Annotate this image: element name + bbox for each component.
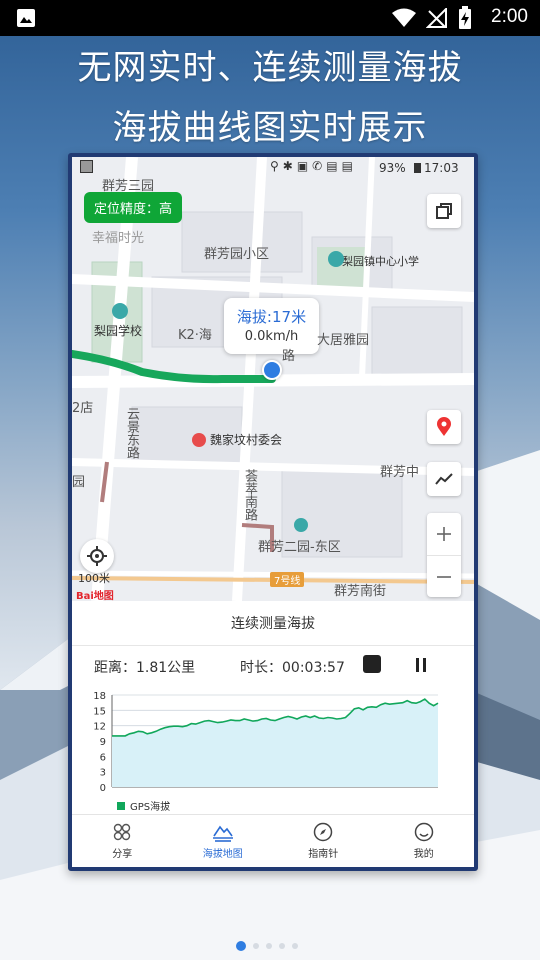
wifi-icon: [392, 8, 416, 27]
pause-button[interactable]: [414, 656, 430, 674]
map-label: 2店: [72, 401, 94, 416]
duration-text: 时长：00:03:57: [240, 660, 345, 676]
series-area: [112, 699, 438, 787]
village-pin-icon: [192, 433, 206, 447]
page-dot[interactable]: [292, 943, 298, 949]
y-tick-label: 15: [93, 706, 106, 717]
map-label: K2·海: [178, 328, 212, 343]
minus-icon: [437, 576, 451, 578]
map-view[interactable]: 93% 17:03 ⚲✱▣✆▤▤ 定位精度：高 海拔:17米 0.0km/h 群…: [72, 157, 474, 601]
panel-title: 连续测量海拔: [72, 601, 474, 646]
map-label: 园: [72, 475, 86, 490]
tab-profile[interactable]: 我的: [374, 815, 475, 867]
crosshair-icon: [87, 546, 107, 566]
y-tick-label: 18: [93, 691, 106, 702]
phone-battery-text: 93%: [379, 161, 406, 175]
y-tick-label: 0: [100, 783, 106, 794]
metro-line-label: 7号线: [270, 572, 305, 587]
no-signal-icon: [426, 8, 447, 28]
accuracy-badge: 定位精度：高: [84, 192, 183, 223]
tab-altitude-map[interactable]: 海拔地图: [173, 815, 274, 867]
residence-pin-icon: [294, 518, 308, 532]
location-dot: [262, 360, 282, 380]
tab-label: 我的: [413, 849, 434, 860]
legend-swatch: [117, 802, 125, 810]
phone-gallery-icon: [80, 160, 93, 173]
layers-icon: [436, 203, 452, 219]
locate-me-button[interactable]: [80, 539, 114, 573]
map-label: 大居雅园: [317, 333, 370, 348]
tab-bar: 分享 海拔地图 指南针 我的: [72, 814, 474, 867]
page-dot[interactable]: [253, 943, 259, 949]
battery-charging-icon: [459, 6, 471, 29]
map-label: 群芳中: [380, 465, 420, 480]
tab-share[interactable]: 分享: [72, 815, 173, 867]
distance-text: 距离：1.81公里: [94, 660, 196, 676]
school-pin-icon: [112, 303, 128, 319]
map-label: 梨园镇中心小学: [342, 255, 419, 268]
map-label: 幸福时光: [92, 231, 145, 246]
speed-value: 0.0km/h: [244, 329, 299, 344]
phone-status-icons: ⚲✱▣✆▤▤: [270, 159, 357, 173]
profile-icon: [414, 822, 433, 842]
status-bar: 2:00: [0, 0, 540, 36]
legend-label: GPS海拔: [130, 800, 170, 813]
map-label: 群芳南街: [334, 584, 387, 599]
page-dot-active[interactable]: [236, 941, 246, 951]
trend-button[interactable]: [427, 462, 461, 496]
altitude-bubble: 海拔:17米 0.0km/h: [224, 298, 319, 354]
layers-button[interactable]: [427, 194, 461, 228]
zoom-control: [427, 513, 461, 597]
headline-line-2: 海拔曲线图实时展示: [112, 108, 428, 148]
y-tick-label: 9: [100, 737, 106, 748]
stop-button[interactable]: [363, 655, 381, 673]
stats-row: 距离：1.81公里 时长：00:03:57: [72, 647, 474, 685]
pause-icon: [416, 658, 426, 672]
page-dot[interactable]: [266, 943, 272, 949]
status-time: 2:00: [491, 6, 528, 27]
school-pin-icon: [328, 251, 344, 267]
location-pin-icon: [437, 417, 451, 436]
baidu-logo: Bai地图: [76, 591, 114, 601]
map-label: 魏家坟村委会: [210, 433, 283, 447]
headline-line-1: 无网实时、连续测量海拔: [77, 48, 463, 88]
share-grid-icon: [114, 823, 131, 841]
map-label: 路: [282, 349, 296, 364]
phone-time-text: 17:03: [424, 161, 459, 175]
phone-mockup: 93% 17:03 ⚲✱▣✆▤▤ 定位精度：高 海拔:17米 0.0km/h 群…: [68, 153, 478, 871]
location-pin-button[interactable]: [427, 410, 461, 444]
tab-label: 海拔地图: [202, 849, 243, 860]
page-dot[interactable]: [279, 943, 285, 949]
tab-label: 指南针: [308, 849, 339, 860]
map-label: 梨园学校: [94, 324, 143, 338]
map-label: 荟萃南路: [242, 469, 257, 521]
altitude-map-icon: [212, 825, 233, 842]
page-indicator: [236, 941, 298, 951]
plus-icon: [437, 527, 451, 541]
map-label: 群芳二园-东区: [258, 540, 341, 555]
phone-battery-icon: [414, 163, 421, 173]
tab-compass[interactable]: 指南针: [273, 815, 374, 867]
altitude-chart: 0 3 6 9 12 15 18 GPS海拔: [93, 691, 439, 813]
compass-icon: [314, 822, 333, 842]
y-tick-label: 12: [93, 722, 106, 733]
map-label: 云景东路: [124, 407, 139, 459]
zoom-in-button[interactable]: [427, 513, 461, 556]
altitude-value: 海拔:17米: [236, 308, 307, 326]
trend-icon: [435, 473, 453, 485]
gallery-icon: [17, 9, 35, 27]
map-label: 群芳三园: [102, 179, 155, 194]
tab-label: 分享: [112, 849, 133, 860]
y-tick-label: 6: [100, 752, 106, 763]
y-tick-label: 3: [100, 768, 106, 779]
map-label: 群芳园小区: [204, 247, 270, 262]
zoom-out-button[interactable]: [427, 556, 461, 598]
